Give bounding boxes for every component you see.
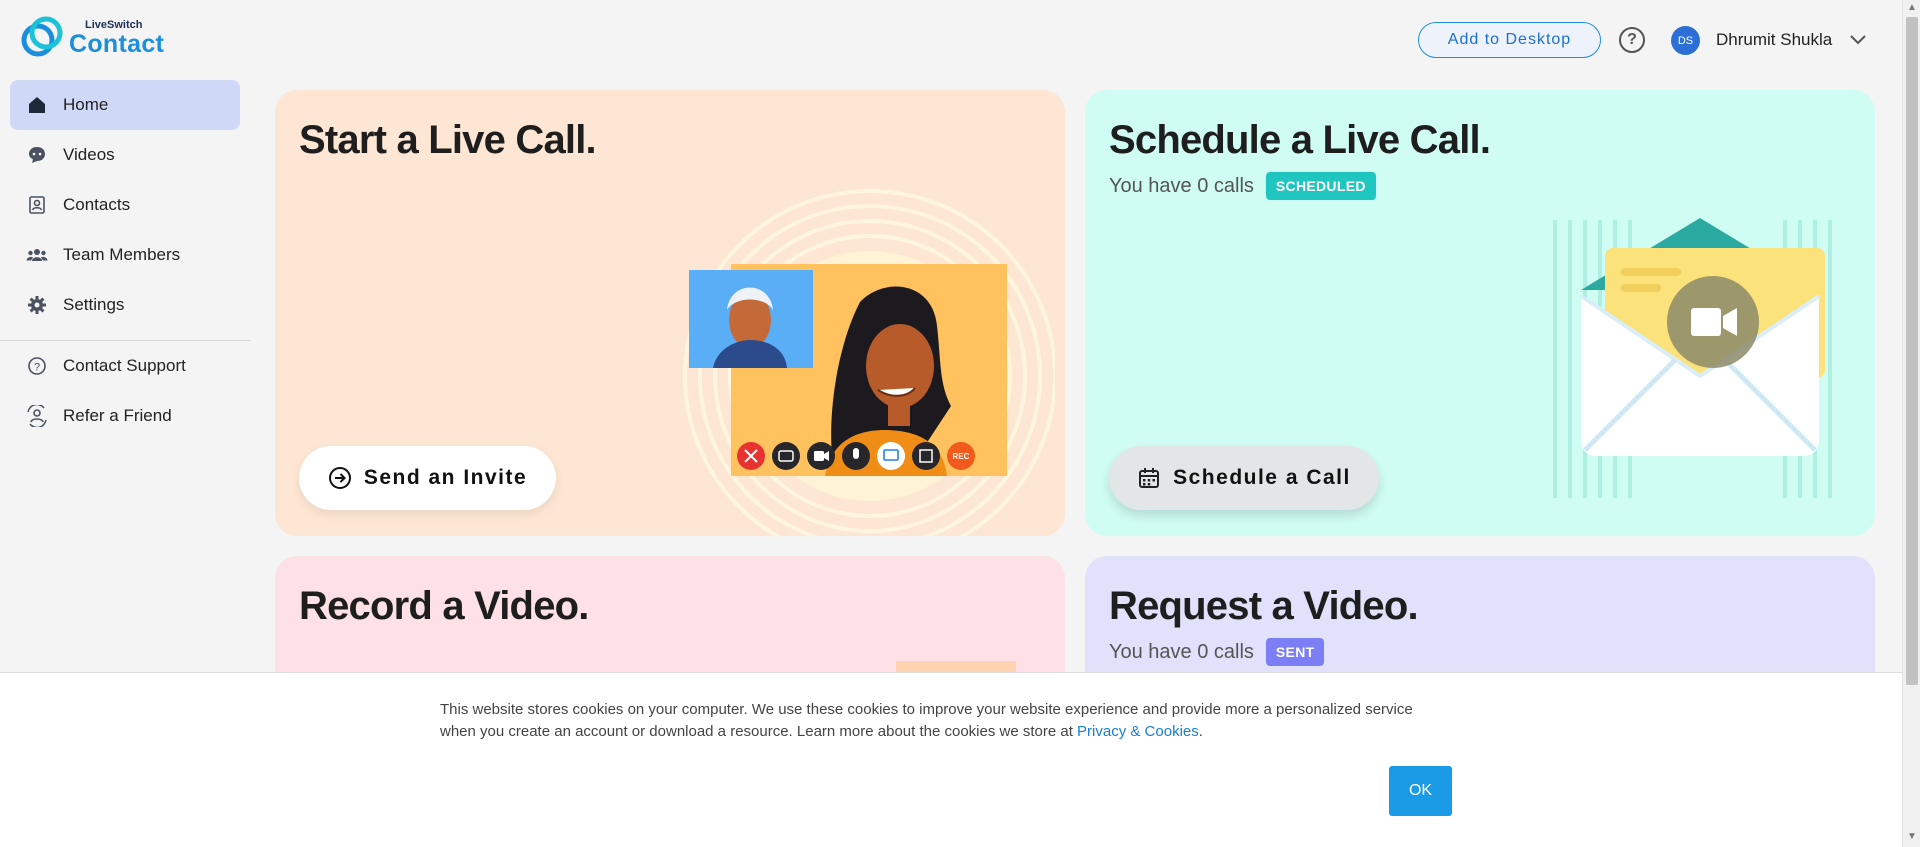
help-circle-icon: ? [26, 355, 48, 377]
sent-count: You have 0 calls SENT [1109, 638, 1325, 666]
scroll-down-arrow-icon[interactable]: ▼ [1907, 831, 1917, 842]
app-logo[interactable]: LiveSwitch Contact [19, 14, 179, 62]
send-invite-label: Send an Invite [363, 466, 528, 489]
schedule-live-call-card[interactable]: Schedule a Live Call. You have 0 calls S… [1085, 90, 1875, 536]
cookie-suffix: . [1198, 723, 1203, 740]
sidebar-item-contacts[interactable]: Contacts [10, 180, 240, 230]
team-icon [26, 244, 48, 266]
sidebar-item-label: Team Members [63, 245, 181, 264]
sidebar-item-settings[interactable]: Settings [10, 280, 240, 330]
contacts-icon [26, 194, 48, 216]
card-title: Start a Live Call. [299, 118, 597, 162]
cookie-text: This website stores cookies on your comp… [440, 701, 1413, 740]
sidebar-item-refer-a-friend[interactable]: Refer a Friend [10, 391, 240, 441]
home-icon [26, 94, 48, 116]
chat-bubble-icon [26, 144, 48, 166]
sent-count-text: You have 0 calls [1109, 640, 1254, 663]
cookie-message: This website stores cookies on your comp… [440, 699, 1440, 743]
sidebar-item-label: Settings [63, 295, 125, 314]
privacy-cookies-link[interactable]: Privacy & Cookies [1077, 723, 1199, 740]
sidebar-item-videos[interactable]: Videos [10, 130, 240, 180]
user-avatar[interactable]: DS [1671, 26, 1700, 55]
sidebar-item-contact-support[interactable]: ? Contact Support [10, 341, 240, 391]
send-invite-button[interactable]: Send an Invite [299, 446, 556, 510]
card-title: Schedule a Live Call. [1109, 118, 1491, 162]
schedule-call-button[interactable]: Schedule a Call [1109, 446, 1379, 510]
sidebar-item-home[interactable]: Home [10, 80, 240, 130]
help-icon[interactable]: ? [1619, 27, 1645, 53]
scroll-up-arrow-icon[interactable]: ▲ [1907, 2, 1917, 13]
sidebar-item-label: Videos [63, 145, 115, 164]
chevron-down-icon[interactable] [1848, 30, 1868, 50]
cookie-ok-button[interactable]: OK [1389, 766, 1452, 816]
rec-label: REC [953, 452, 970, 461]
arrow-right-circle-icon [328, 467, 351, 489]
scrollbar-thumb[interactable] [1906, 17, 1918, 685]
add-to-desktop-button[interactable]: Add to Desktop [1418, 22, 1601, 58]
video-call-illustration: REC [683, 189, 1055, 536]
sidebar-item-label: Home [63, 95, 109, 114]
svg-text:?: ? [34, 362, 40, 374]
gear-icon [26, 294, 48, 316]
card-title: Record a Video. [299, 584, 589, 628]
scheduled-count-text: You have 0 calls [1109, 174, 1254, 197]
calendar-icon [1139, 468, 1160, 488]
scheduled-count: You have 0 calls SCHEDULED [1109, 172, 1376, 200]
sent-badge: SENT [1265, 638, 1325, 666]
sidebar-item-team-members[interactable]: Team Members [10, 230, 240, 280]
card-title: Request a Video. [1109, 584, 1419, 628]
sidebar-item-label: Contact Support [63, 356, 186, 375]
start-live-call-card[interactable]: Start a Live Call. REC Send an Invite [275, 90, 1065, 536]
sidebar-item-label: Refer a Friend [63, 406, 172, 425]
logo-brand-small: LiveSwitch [85, 18, 143, 31]
refer-icon [26, 405, 48, 427]
user-name[interactable]: Dhrumit Shukla [1716, 30, 1832, 50]
envelope-video-illustration [1553, 218, 1832, 498]
scheduled-badge: SCHEDULED [1265, 172, 1376, 200]
sidebar-item-label: Contacts [63, 195, 131, 214]
liveswitch-logo-icon [21, 16, 63, 57]
logo-brand-name: Contact [69, 29, 165, 58]
cookie-banner: This website stores cookies on your comp… [0, 672, 1902, 847]
schedule-call-label: Schedule a Call [1173, 466, 1351, 489]
page-scrollbar[interactable]: ▲ ▼ [1902, 0, 1920, 847]
